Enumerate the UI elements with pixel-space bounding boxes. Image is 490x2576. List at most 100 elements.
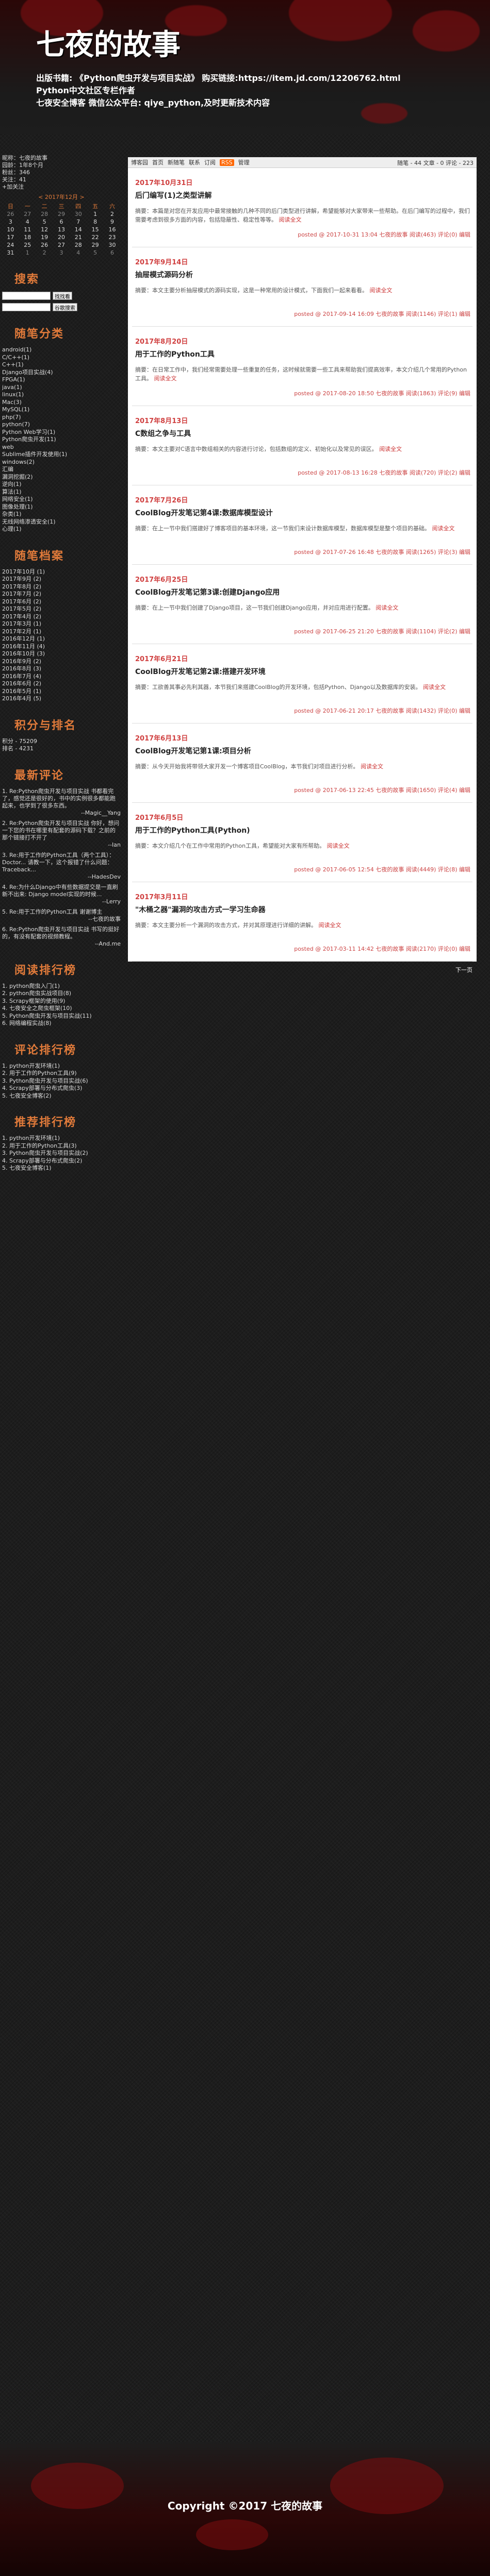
comment-text[interactable]: 3. Re:用于工作的Python工具（两个工具）：Doctor... 请教一下… <box>2 852 121 873</box>
calendar-day[interactable]: 27 <box>19 210 36 218</box>
post-footer[interactable]: posted @ 2017-06-13 22:45 七夜的故事 阅读(1650)… <box>294 786 470 794</box>
read-more-link[interactable]: 阅读全文 <box>279 216 302 223</box>
category-link[interactable]: python(7) <box>2 421 124 429</box>
post-footer[interactable]: posted @ 2017-06-21 20:17 七夜的故事 阅读(1432)… <box>294 706 470 715</box>
search-button[interactable]: 找找看 <box>53 292 72 300</box>
profile-nickname[interactable]: 昵称：七夜的故事 <box>2 155 124 162</box>
read-rank-item[interactable]: 1. python爬虫入门(1) <box>2 983 124 990</box>
category-link[interactable]: 逆向(1) <box>2 481 124 489</box>
nav-item-subscribe[interactable]: 订阅 <box>204 158 216 166</box>
category-link[interactable]: 杂类(1) <box>2 511 124 518</box>
read-more-link[interactable]: 阅读全文 <box>361 763 383 770</box>
calendar-day[interactable]: 12 <box>36 226 53 233</box>
post-footer[interactable]: posted @ 2017-08-20 18:50 七夜的故事 阅读(1863)… <box>294 389 470 397</box>
calendar-day[interactable]: 28 <box>36 210 53 218</box>
archive-link[interactable]: 2017年7月 (2) <box>2 591 124 598</box>
archive-link[interactable]: 2017年9月 (2) <box>2 576 124 583</box>
calendar-day[interactable]: 14 <box>70 226 87 233</box>
post-footer[interactable]: posted @ 2017-06-25 21:20 七夜的故事 阅读(1104)… <box>294 627 470 635</box>
read-rank-item[interactable]: 2. python爬虫实战项目(8) <box>2 990 124 998</box>
archive-link[interactable]: 2016年12月 (1) <box>2 635 124 643</box>
blog-title[interactable]: 七夜的故事 <box>36 22 181 63</box>
read-more-link[interactable]: 阅读全文 <box>154 375 177 382</box>
category-link[interactable]: Sublime插件开发使用(1) <box>2 451 124 459</box>
category-link[interactable]: C/C++(1) <box>2 354 124 362</box>
calendar-day[interactable]: 4 <box>19 218 36 226</box>
calendar-day[interactable]: 4 <box>70 249 87 257</box>
calendar-day[interactable]: 11 <box>19 226 36 233</box>
follow-button[interactable]: +加关注 <box>2 183 124 191</box>
nav-item-home[interactable]: 首页 <box>152 158 164 166</box>
archive-link[interactable]: 2017年3月 (1) <box>2 620 124 628</box>
google-search-button[interactable]: 谷歌搜索 <box>53 303 77 311</box>
archive-link[interactable]: 2016年10月 (3) <box>2 650 124 658</box>
category-link[interactable]: Python Web学习(1) <box>2 429 124 436</box>
archive-link[interactable]: 2017年6月 (2) <box>2 598 124 606</box>
search-input[interactable] <box>2 292 51 300</box>
category-link[interactable]: android(1) <box>2 346 124 354</box>
comment-text[interactable]: 4. Re:为什么Django中有些数据提交是一直刷新不出来: Django m… <box>2 884 121 898</box>
calendar-day[interactable]: 30 <box>104 241 121 249</box>
archive-link[interactable]: 2017年8月 (2) <box>2 583 124 591</box>
calendar-day[interactable]: 7 <box>70 218 87 226</box>
archive-link[interactable]: 2016年7月 (4) <box>2 673 124 681</box>
category-link[interactable]: 心理(1) <box>2 526 124 533</box>
category-link[interactable]: Mac(3) <box>2 399 124 407</box>
nav-item-manage[interactable]: 管理 <box>238 158 250 166</box>
category-link[interactable]: MySQL(1) <box>2 406 124 414</box>
post-title-link[interactable]: "木桶之器"漏洞的攻击方式一学习生命器 <box>135 904 470 915</box>
category-link[interactable]: web <box>2 444 124 451</box>
calendar-day[interactable]: 22 <box>87 233 104 241</box>
calendar-day[interactable]: 29 <box>87 241 104 249</box>
read-more-link[interactable]: 阅读全文 <box>423 684 446 691</box>
post-footer[interactable]: posted @ 2017-06-05 12:54 七夜的故事 阅读(4449)… <box>294 865 470 873</box>
read-rank-item[interactable]: 6. 网络编程实战(8) <box>2 1020 124 1028</box>
read-more-link[interactable]: 阅读全文 <box>370 287 393 294</box>
post-title-link[interactable]: C数组之争与工具 <box>135 428 470 439</box>
post-title-link[interactable]: 用于工作的Python工具 <box>135 349 470 359</box>
comment-rank-item[interactable]: 2. 用于工作的Python工具(9) <box>2 1070 124 1077</box>
recommend-rank-item[interactable]: 3. Python爬虫开发与项目实战(2) <box>2 1150 124 1157</box>
archive-link[interactable]: 2017年5月 (2) <box>2 605 124 613</box>
archive-link[interactable]: 2017年2月 (1) <box>2 628 124 636</box>
post-title-link[interactable]: 抽屉模式源码分析 <box>135 270 470 280</box>
profile-fans[interactable]: 粉丝：346 <box>2 169 124 176</box>
calendar-day[interactable]: 17 <box>2 233 19 241</box>
calendar-day[interactable]: 2 <box>36 249 53 257</box>
comment-text[interactable]: 6. Re:Python爬虫开发与项目实战 书写的挺好的，有没有配套的视频教程。 <box>2 926 121 940</box>
category-link[interactable]: 漏洞挖掘(2) <box>2 474 124 481</box>
category-link[interactable]: C++(1) <box>2 361 124 369</box>
calendar-day[interactable]: 5 <box>87 249 104 257</box>
recommend-rank-item[interactable]: 1. python开发环境(1) <box>2 1135 124 1142</box>
calendar-day[interactable]: 25 <box>19 241 36 249</box>
recommend-rank-item[interactable]: 5. 七夜安全博客(1) <box>2 1165 124 1172</box>
post-title-link[interactable]: CoolBlog开发笔记第1课:项目分析 <box>135 746 470 756</box>
calendar-day[interactable]: 3 <box>53 249 70 257</box>
post-title-link[interactable]: 后门编写(1)之类型讲解 <box>135 190 470 200</box>
comment-text[interactable]: 2. Re:Python爬虫开发与项目实战 你好，想问一下您的书在哪里有配套的源… <box>2 820 121 841</box>
comment-author[interactable]: --Lerry <box>2 898 121 905</box>
comment-author[interactable]: --Magic__Yang <box>2 810 121 817</box>
calendar-day[interactable]: 29 <box>53 210 70 218</box>
post-footer[interactable]: posted @ 2017-07-26 16:48 七夜的故事 阅读(1265)… <box>294 548 470 556</box>
calendar-day[interactable]: 5 <box>36 218 53 226</box>
calendar-day[interactable]: 27 <box>53 241 70 249</box>
post-footer[interactable]: posted @ 2017-09-14 16:09 七夜的故事 阅读(1146)… <box>294 310 470 318</box>
category-link[interactable]: 汇编 <box>2 466 124 474</box>
profile-follows[interactable]: 关注：41 <box>2 176 124 183</box>
read-more-link[interactable]: 阅读全文 <box>432 525 455 532</box>
recommend-rank-item[interactable]: 4. Scrapy部署与分布式爬虫(2) <box>2 1157 124 1165</box>
comment-rank-item[interactable]: 1. python开发环境(1) <box>2 1063 124 1070</box>
archive-link[interactable]: 2016年11月 (4) <box>2 643 124 651</box>
category-link[interactable]: 图像处理(1) <box>2 503 124 511</box>
post-title-link[interactable]: CoolBlog开发笔记第4课:数据库模型设计 <box>135 508 470 518</box>
calendar-day[interactable]: 26 <box>2 210 19 218</box>
nav-item-home-site[interactable]: 博客园 <box>131 158 148 166</box>
calendar-day[interactable]: 18 <box>19 233 36 241</box>
category-link[interactable]: java(1) <box>2 384 124 392</box>
read-rank-item[interactable]: 4. 七夜安全之爬虫框架(10) <box>2 1005 124 1013</box>
google-search-input[interactable] <box>2 303 51 311</box>
calendar-day[interactable]: 24 <box>2 241 19 249</box>
comment-text[interactable]: 5. Re:用于工作的Python工具 谢谢博主 <box>2 908 121 916</box>
calendar-day[interactable]: 6 <box>53 218 70 226</box>
